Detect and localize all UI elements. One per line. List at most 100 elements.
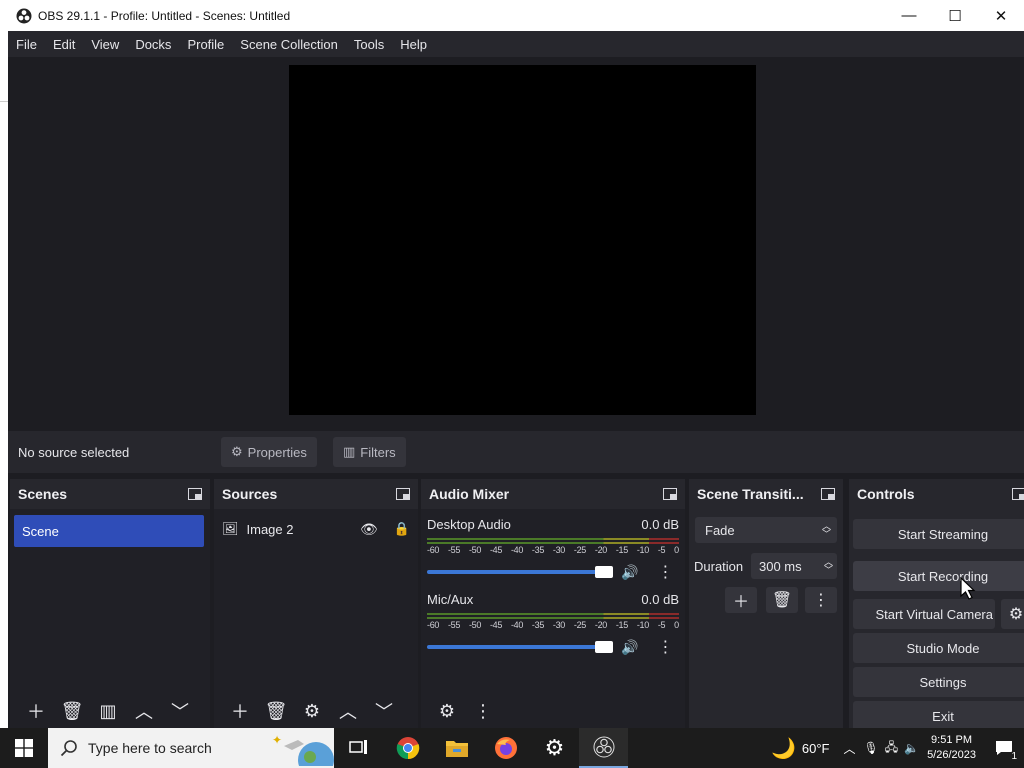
filters-button[interactable]: ▥ Filters: [333, 437, 406, 467]
volume-icon[interactable]: 🔈: [904, 741, 919, 755]
move-down-icon[interactable]: ﹀: [162, 697, 198, 725]
duration-label: Duration: [694, 559, 744, 574]
source-item[interactable]: 🖼 Image 2 👁 🔒: [222, 517, 410, 541]
add-transition-button[interactable]: ＋: [725, 587, 757, 613]
taskbar-search[interactable]: Type here to search ✦: [48, 728, 334, 768]
minimize-button[interactable]: —: [886, 0, 932, 31]
audio-mixer-toolbar: ⚙ ⋮: [421, 694, 685, 728]
start-streaming-button[interactable]: Start Streaming: [853, 519, 1024, 549]
source-name: Image 2: [246, 521, 294, 537]
virtual-camera-settings-button[interactable]: ⚙: [1001, 599, 1024, 629]
mouse-cursor-icon: [960, 577, 976, 600]
trash-icon[interactable]: 🗑: [54, 697, 90, 725]
scene-filters-button[interactable]: ▥: [90, 697, 126, 725]
channel-menu-icon[interactable]: ⋮: [654, 636, 676, 658]
file-explorer-icon[interactable]: [432, 728, 481, 768]
svg-text:✦: ✦: [272, 733, 282, 747]
undock-icon[interactable]: [396, 488, 410, 500]
filter-icon: ▥: [343, 444, 356, 459]
gear-icon: ⚙: [231, 444, 243, 459]
studio-mode-button[interactable]: Studio Mode: [853, 633, 1024, 663]
meter-scale: -60 -55 -50 -45 -40 -35 -30 -25 -20 -15 -10 -5 0: [427, 545, 679, 555]
chrome-icon[interactable]: [383, 728, 432, 768]
mixer-menu-icon[interactable]: ⋮: [465, 697, 501, 725]
menu-file[interactable]: File: [8, 37, 45, 52]
meter-scale: -60 -55 -50 -45 -40 -35 -30 -25 -20 -15 -10 -5 0: [427, 620, 679, 630]
undock-icon[interactable]: [188, 488, 202, 500]
volume-slider-knob[interactable]: [595, 566, 613, 578]
controls-dock: Controls Start Streaming Start Recording…: [849, 479, 1024, 731]
start-button[interactable]: [0, 728, 48, 768]
weather-temp[interactable]: 60°F: [802, 741, 830, 756]
volume-slider[interactable]: [427, 641, 613, 653]
exit-button[interactable]: Exit: [853, 701, 1024, 731]
channel-name: Desktop Audio: [427, 517, 511, 532]
lock-icon[interactable]: 🔒: [394, 521, 410, 537]
transition-select[interactable]: Fade ︿ ﹀: [695, 517, 837, 543]
menu-profile[interactable]: Profile: [179, 37, 232, 52]
undock-icon[interactable]: [1012, 488, 1024, 500]
channel-menu-icon[interactable]: ⋮: [654, 561, 676, 583]
channel-level: 0.0 dB: [641, 592, 679, 607]
undock-icon[interactable]: [663, 488, 677, 500]
trash-icon[interactable]: 🗑: [258, 697, 294, 725]
close-button[interactable]: ✕: [978, 0, 1024, 31]
move-up-icon[interactable]: ︿: [126, 697, 162, 725]
program-preview[interactable]: [289, 65, 756, 415]
sources-title: Sources: [222, 486, 278, 502]
eye-icon[interactable]: 👁: [360, 521, 378, 538]
source-status: No source selected: [18, 445, 130, 460]
start-recording-button[interactable]: Start Recording: [853, 561, 1024, 591]
menu-scene-collection[interactable]: Scene Collection: [232, 37, 346, 52]
scenes-toolbar: ＋ 🗑 ▥ ︿ ﹀: [10, 694, 210, 728]
desktop-audio-channel: Desktop Audio 0.0 dB -60 -55 -50 -45 -40 -35-…: [427, 517, 679, 587]
volume-slider[interactable]: [427, 566, 613, 578]
notification-count: 1: [1009, 751, 1019, 762]
settings-button[interactable]: Settings: [853, 667, 1024, 697]
audio-mixer-dock: Audio Mixer Desktop Audio 0.0 dB -60 -55-…: [421, 479, 685, 728]
scene-transitions-dock: Scene Transiti... Fade ︿ ﹀ Duration 300 m…: [689, 479, 843, 728]
move-up-icon[interactable]: ︿: [330, 697, 366, 725]
system-tray: 🌙 60°F ︿ 🎙 🖧 🔈 9:51 PM 5/26/2023 1: [771, 728, 1024, 768]
transition-selected: Fade: [705, 522, 735, 538]
moon-weather-icon[interactable]: 🌙: [771, 736, 796, 761]
transition-menu-icon[interactable]: ⋮: [805, 587, 837, 613]
channel-name: Mic/Aux: [427, 592, 474, 607]
menu-docks[interactable]: Docks: [127, 37, 179, 52]
menu-tools[interactable]: Tools: [346, 37, 392, 52]
chevron-up-icon[interactable]: ︿: [843, 740, 855, 757]
obs-app-icon: [16, 8, 32, 23]
controls-header: Controls: [849, 479, 1024, 509]
advanced-audio-gear-icon[interactable]: ⚙: [429, 697, 465, 725]
gear-icon[interactable]: ⚙: [294, 697, 330, 725]
obs-taskbar-icon[interactable]: [579, 728, 628, 768]
scene-item[interactable]: Scene: [14, 515, 204, 547]
desktop-edge: [0, 31, 8, 728]
menu-help[interactable]: Help: [392, 37, 435, 52]
search-placeholder: Type here to search: [88, 740, 212, 756]
network-icon[interactable]: 🖧: [885, 738, 898, 759]
maximize-button[interactable]: ☐: [932, 0, 978, 31]
windows-logo-icon: [15, 739, 33, 757]
menu-edit[interactable]: Edit: [45, 37, 83, 52]
task-view-icon[interactable]: [334, 728, 383, 768]
volume-slider-knob[interactable]: [595, 641, 613, 653]
speaker-icon[interactable]: 🔊: [621, 639, 638, 656]
menu-view[interactable]: View: [83, 37, 127, 52]
clock[interactable]: 9:51 PM 5/26/2023: [927, 733, 976, 763]
notification-icon[interactable]: 1: [984, 728, 1024, 768]
firefox-icon[interactable]: [481, 728, 530, 768]
trash-icon[interactable]: 🗑: [766, 587, 798, 613]
start-virtual-camera-button[interactable]: Start Virtual Camera: [853, 599, 995, 629]
spin-arrows-icon[interactable]: ︿ ﹀: [824, 558, 833, 575]
speaker-icon[interactable]: 🔊: [621, 564, 638, 581]
sources-toolbar: ＋ 🗑 ⚙ ︿ ﹀: [214, 694, 418, 728]
properties-button[interactable]: ⚙ Properties: [221, 437, 317, 467]
settings-app-icon[interactable]: ⚙: [530, 728, 579, 768]
duration-spinbox[interactable]: 300 ms ︿ ﹀: [751, 553, 837, 579]
add-scene-button[interactable]: ＋: [18, 697, 54, 725]
undock-icon[interactable]: [821, 488, 835, 500]
microphone-icon[interactable]: 🎙: [863, 741, 878, 755]
add-source-button[interactable]: ＋: [222, 697, 258, 725]
move-down-icon[interactable]: ﹀: [366, 697, 402, 725]
